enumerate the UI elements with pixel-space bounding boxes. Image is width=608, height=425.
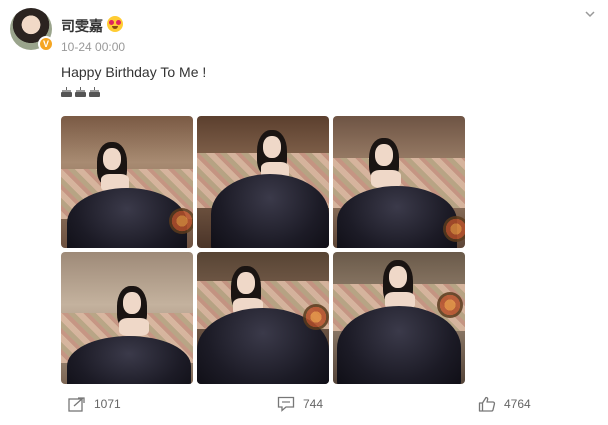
repost-icon [68, 397, 85, 412]
avatar-wrap[interactable]: V [10, 8, 54, 52]
like-button[interactable]: 4764 [478, 396, 531, 412]
emoji-line [61, 86, 100, 97]
comment-count: 744 [303, 397, 324, 411]
cake-icon [89, 86, 100, 97]
photo-thumbnail[interactable] [61, 252, 193, 384]
photo-thumbnail[interactable] [61, 116, 193, 248]
comment-icon [277, 396, 295, 412]
repost-count: 1071 [94, 397, 121, 411]
photo-thumbnail[interactable] [197, 116, 329, 248]
action-bar: 1071 744 4764 [0, 396, 608, 425]
thumbs-up-icon [478, 396, 496, 412]
photo-thumbnail[interactable] [333, 116, 465, 248]
post-timestamp[interactable]: 10-24 00:00 [61, 40, 125, 54]
comment-button[interactable]: 744 [277, 396, 323, 412]
cake-icon [75, 86, 86, 97]
weibo-post: V 司雯嘉 10-24 00:00 Happy Birthday To Me ! [0, 0, 608, 425]
like-count: 4764 [504, 397, 531, 411]
repost-button[interactable]: 1071 [68, 396, 121, 412]
post-text: Happy Birthday To Me ! [61, 64, 207, 80]
photo-thumbnail[interactable] [333, 252, 465, 384]
cake-icon [61, 86, 72, 97]
emoji-badge-icon [107, 16, 123, 32]
chevron-down-icon[interactable] [584, 8, 596, 20]
photo-grid [61, 116, 465, 384]
verified-badge-icon: V [38, 36, 54, 52]
user-name[interactable]: 司雯嘉 [61, 16, 103, 36]
photo-thumbnail[interactable] [197, 252, 329, 384]
